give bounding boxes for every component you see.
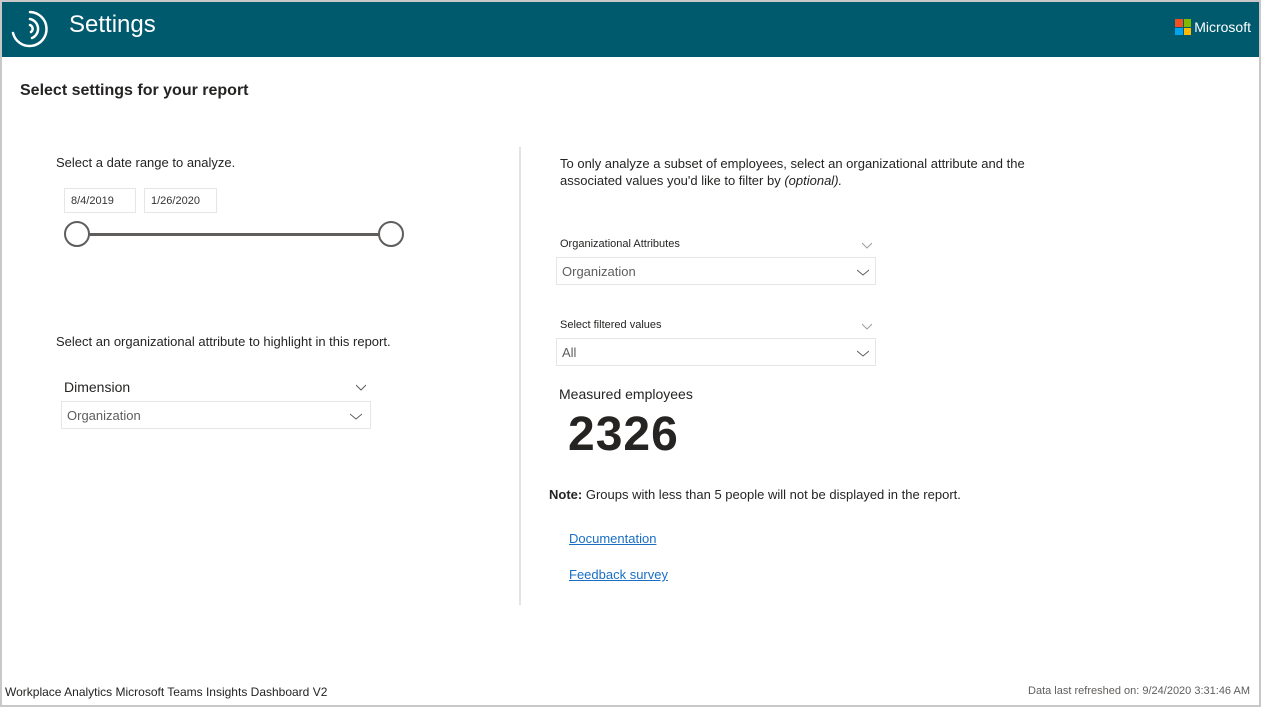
microsoft-brand: Microsoft bbox=[1175, 19, 1251, 35]
microsoft-logo-icon bbox=[1175, 19, 1192, 35]
data-refresh-timestamp: Data last refreshed on: 9/24/2020 3:31:4… bbox=[1028, 685, 1250, 697]
filter-intro-optional: (optional). bbox=[784, 173, 843, 188]
dimension-dropdown-value: Organization bbox=[67, 408, 141, 423]
header-title: Settings bbox=[69, 11, 156, 38]
filter-intro-text: To only analyze a subset of employees, s… bbox=[560, 155, 1080, 189]
org-attributes-dropdown[interactable]: Organization bbox=[556, 257, 876, 285]
page-title: Select settings for your report bbox=[20, 82, 249, 99]
feedback-survey-link[interactable]: Feedback survey bbox=[569, 567, 668, 582]
microsoft-brand-text: Microsoft bbox=[1194, 19, 1251, 35]
chevron-down-icon[interactable] bbox=[862, 240, 872, 250]
org-attributes-dropdown-value: Organization bbox=[562, 264, 636, 279]
dimension-dropdown[interactable]: Organization bbox=[61, 401, 371, 429]
dimension-slicer-header: Dimension bbox=[64, 379, 131, 395]
note-text: Note: Groups with less than 5 people wil… bbox=[549, 487, 961, 502]
note-bold: Note: bbox=[549, 487, 583, 502]
workplace-analytics-logo-icon bbox=[11, 10, 48, 48]
chevron-down-icon bbox=[350, 413, 362, 420]
chevron-down-icon bbox=[857, 269, 869, 276]
highlight-attribute-label: Select an organizational attribute to hi… bbox=[56, 334, 391, 349]
end-date-input[interactable]: 1/26/2020 bbox=[144, 188, 217, 213]
chevron-down-icon[interactable] bbox=[862, 321, 872, 331]
kpi-label: Measured employees bbox=[559, 386, 693, 402]
filtered-values-dropdown-value: All bbox=[562, 345, 577, 360]
report-page: Settings Microsoft Select settings for y… bbox=[2, 2, 1259, 705]
start-date-input[interactable]: 8/4/2019 bbox=[64, 188, 136, 213]
chevron-down-icon bbox=[857, 350, 869, 357]
date-range-end-handle[interactable] bbox=[378, 221, 404, 247]
org-attributes-slicer-header: Organizational Attributes bbox=[560, 238, 680, 250]
filtered-values-dropdown[interactable]: All bbox=[556, 338, 876, 366]
date-range-slider-track[interactable] bbox=[76, 233, 394, 236]
note-body: Groups with less than 5 people will not … bbox=[582, 487, 961, 502]
filtered-values-slicer-header: Select filtered values bbox=[560, 319, 662, 331]
date-range-start-handle[interactable] bbox=[64, 221, 90, 247]
measured-employees-value: 2326 bbox=[568, 408, 679, 461]
report-name: Workplace Analytics Microsoft Teams Insi… bbox=[5, 685, 328, 699]
panel-divider bbox=[519, 147, 521, 605]
chevron-down-icon[interactable] bbox=[356, 382, 366, 392]
documentation-link[interactable]: Documentation bbox=[569, 531, 656, 546]
date-range-label: Select a date range to analyze. bbox=[56, 155, 236, 170]
header-bar: Settings Microsoft bbox=[2, 2, 1259, 57]
